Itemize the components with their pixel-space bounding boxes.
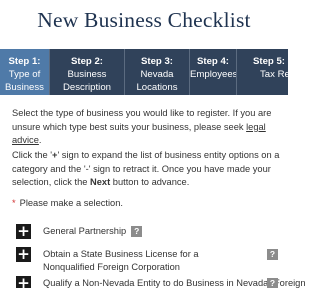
option-label: General Partnership? [43,225,143,238]
step-1-tab[interactable]: Step 1: Type of Business [0,49,49,95]
intro-period: . [38,135,42,145]
required-notice: * Please make a selection. [12,198,123,208]
step-1-name: Type of Business [5,69,44,93]
step-4-tab[interactable]: Step 4: Employees [190,49,236,95]
step-3-tab[interactable]: Step 3: Nevada Locations [125,49,189,95]
step-2-tab[interactable]: Step 2: Business Description [50,49,124,95]
expand-plus-icon[interactable]: + [16,224,31,239]
required-text: Please make a selection. [19,198,123,208]
option-label-text: General Partnership [43,226,127,236]
step-2-name: Business Description [63,69,111,93]
instructions-part-3: button to advance. [112,177,190,187]
step-4-name: Employees [190,69,236,80]
instructions-text: Click the '+' sign to expand the list of… [12,149,282,190]
option-general-partnership: + General Partnership? [16,224,284,242]
intro-text: Select the type of business you would li… [12,107,282,148]
step-3-name: Nevada Locations [136,69,178,93]
step-1-label: Step 1: [8,56,41,67]
expand-plus-icon[interactable]: + [16,276,31,288]
intro-body: Select the type of business you would li… [12,108,272,132]
option-label: Obtain a State Business License for a No… [43,249,199,272]
option-qualify-foreign-entity: + Qualify a Non-Nevada Entity to do Busi… [16,276,306,288]
page-title: New Business Checklist [37,8,251,32]
instructions-part-1: Click the ' [12,150,53,160]
step-5-label: Step 5: [253,56,285,67]
help-icon[interactable]: ? [267,249,278,260]
expand-plus-icon[interactable]: + [16,247,31,262]
step-navigation: Step 1: Type of Business Step 2: Busines… [0,49,288,95]
next-keyword: Next [90,177,111,187]
step-4-label: Step 4: [197,56,229,67]
step-5-name: Tax Requirements [260,69,288,80]
option-nonqualified-foreign-corporation: + Obtain a State Business License for a … [16,247,284,275]
help-icon[interactable]: ? [267,278,278,288]
required-asterisk: * [12,198,16,208]
step-5-tab[interactable]: Step 5: Tax Requirements [237,49,288,95]
help-icon[interactable]: ? [131,226,143,238]
step-3-label: Step 3: [141,56,173,67]
step-2-label: Step 2: [71,56,103,67]
